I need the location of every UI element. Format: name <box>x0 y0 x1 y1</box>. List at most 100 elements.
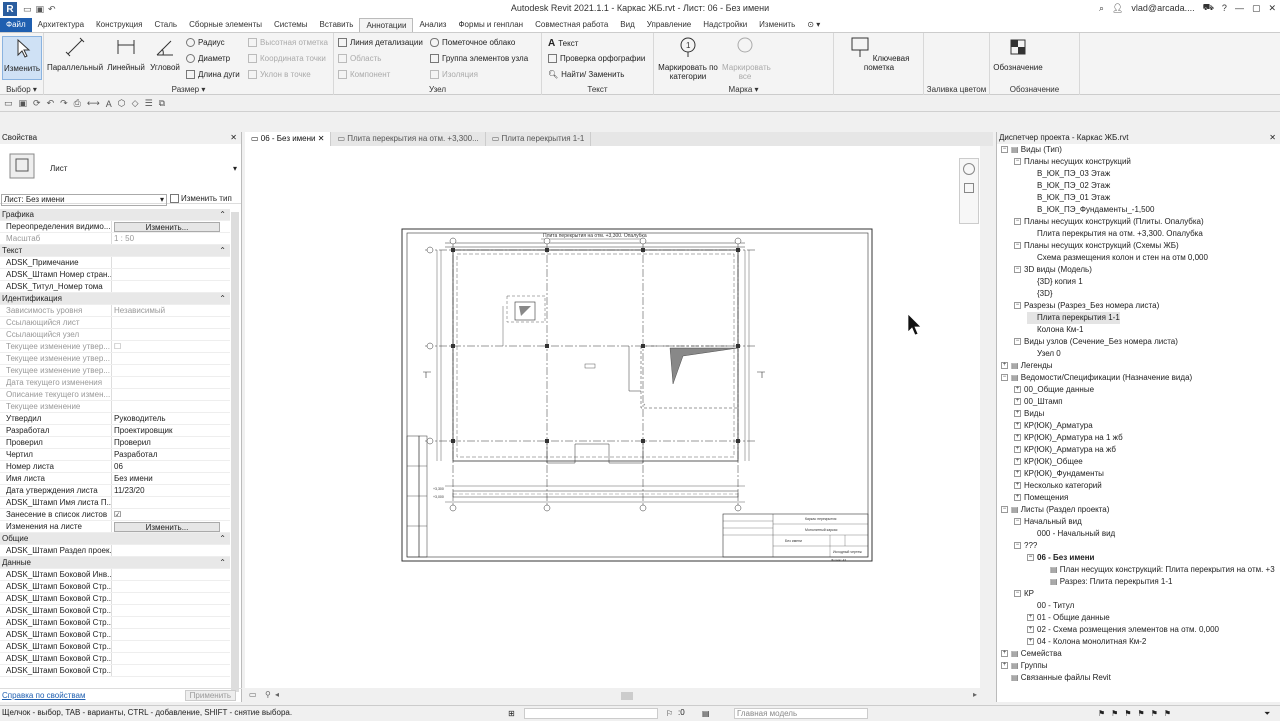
property-value[interactable] <box>112 593 230 604</box>
navigation-bar[interactable] <box>959 158 979 224</box>
browser-node[interactable]: − Планы несущих конструкций (Схемы ЖБ) <box>1014 240 1179 252</box>
collapse-icon[interactable]: − <box>1014 158 1021 166</box>
text-quick-icon[interactable]: A <box>106 99 112 109</box>
expand-icon[interactable]: + <box>1014 422 1021 430</box>
property-value[interactable]: Разработал <box>112 449 230 460</box>
ribbon-tab-3[interactable]: Сталь <box>148 18 183 32</box>
browser-node[interactable]: + КР(ЮК)_Арматура на 1 жб <box>1014 432 1123 444</box>
user-icon[interactable]: 👤︎ <box>1112 3 1123 14</box>
component-button[interactable]: Компонент <box>338 70 390 79</box>
minimize-button[interactable]: — <box>1235 3 1244 13</box>
ribbon-tab-1[interactable]: Архитектура <box>32 18 90 32</box>
expand-icon[interactable]: + <box>1027 626 1034 634</box>
ribbon-tab-7[interactable]: Аннотации <box>359 18 414 32</box>
binoculars-icon[interactable]: ⌕ <box>1099 3 1104 14</box>
ribbon-tab-11[interactable]: Вид <box>614 18 640 32</box>
collapse-icon[interactable]: − <box>1014 302 1021 310</box>
property-value[interactable]: Руководитель <box>112 413 230 424</box>
revision-cloud-button[interactable]: Пометочное облако <box>430 38 515 47</box>
open-icon[interactable]: ▭ <box>23 4 32 15</box>
close-properties-icon[interactable]: ✕ <box>230 132 237 144</box>
browser-node[interactable]: − Планы несущих конструкций <box>1014 156 1131 168</box>
browser-node[interactable]: + КР(ЮК)_Фундаменты <box>1014 468 1104 480</box>
edit-type-button[interactable]: Изменить тип <box>170 194 232 203</box>
collapse-icon[interactable]: − <box>1014 266 1021 274</box>
property-value[interactable] <box>112 365 230 376</box>
sync-icon[interactable]: ⟳ <box>33 98 41 109</box>
selection-filter-icons[interactable]: ⚑⚑⚑⚑⚑⚑ <box>1098 707 1177 721</box>
property-value[interactable] <box>112 665 230 676</box>
browser-node[interactable]: +02 - Схема розмещения элементов на отм.… <box>1027 624 1219 636</box>
ribbon-extra-dropdown-icon[interactable]: ⊙ ▾ <box>801 18 826 32</box>
property-value[interactable] <box>112 353 230 364</box>
spelling-button[interactable]: Проверка орфографии <box>548 54 645 63</box>
detail-group-button[interactable]: Группа элементов узла <box>430 54 528 63</box>
property-value[interactable] <box>112 377 230 388</box>
expand-icon[interactable]: + <box>1014 446 1021 454</box>
help-icon[interactable]: ? <box>1222 3 1227 13</box>
expand-icon[interactable]: + <box>1014 398 1021 406</box>
properties-scrollbar[interactable] <box>231 212 239 692</box>
property-value[interactable] <box>112 605 230 616</box>
property-value[interactable] <box>112 545 230 556</box>
property-value[interactable]: ☑ <box>112 509 230 520</box>
collapse-icon[interactable]: − <box>1014 242 1021 250</box>
ribbon-tab-9[interactable]: Формы и генплан <box>452 18 529 32</box>
close-browser-icon[interactable]: ✕ <box>1269 132 1276 144</box>
3d-view-icon[interactable]: ⬡ <box>118 98 126 109</box>
browser-node[interactable]: + КР(ЮК)_Общее <box>1014 456 1083 468</box>
scale-icon[interactable]: ▭ <box>249 690 257 699</box>
linear-dim-button[interactable]: Линейный <box>106 36 146 72</box>
browser-node[interactable]: + Виды <box>1014 408 1044 420</box>
property-value[interactable]: 1 : 50 <box>112 233 230 244</box>
region-button[interactable]: Область <box>338 54 381 63</box>
select-group-label[interactable]: Выбор ▾ <box>0 85 43 94</box>
collapse-icon[interactable]: ⌃ <box>219 293 230 304</box>
open-file-icon[interactable]: ▭ <box>4 98 13 109</box>
expand-icon[interactable]: + <box>1001 662 1008 670</box>
sync-filter-icon[interactable]: ⚐ <box>666 707 673 721</box>
collapse-icon[interactable]: ⌃ <box>219 557 230 568</box>
browser-node[interactable]: В_ЮК_ПЭ_03 Этаж <box>1027 168 1110 180</box>
revit-logo[interactable]: R <box>3 2 17 16</box>
view-tab-0[interactable]: ▭ 06 - Без имени ✕ <box>245 132 332 146</box>
modify-button[interactable]: Изменить <box>2 36 42 80</box>
save-icon[interactable]: ▣ <box>36 4 45 15</box>
canvas-vertical-scrollbar[interactable] <box>982 146 992 688</box>
ribbon-tab-4[interactable]: Сборные элементы <box>183 18 268 32</box>
collapse-icon[interactable]: − <box>1014 218 1021 226</box>
property-value[interactable]: 11/23/20 <box>112 485 230 496</box>
tag-all-button[interactable]: Маркировать все <box>722 36 771 81</box>
property-category[interactable]: Данные ⌃ <box>0 557 230 569</box>
property-category[interactable]: Общие ⌃ <box>0 533 230 545</box>
browser-node[interactable]: − Планы несущих конструкций (Плиты. Опалу… <box>1014 216 1204 228</box>
maximize-button[interactable]: ▢ <box>1252 3 1261 14</box>
browser-node[interactable]: − ▤ Виды (Тип) <box>1001 144 1062 156</box>
ribbon-tab-2[interactable]: Конструкция <box>90 18 148 32</box>
property-category[interactable]: Идентификация ⌃ <box>0 293 230 305</box>
ribbon-tab-12[interactable]: Управление <box>641 18 697 32</box>
expand-icon[interactable]: + <box>1014 458 1021 466</box>
type-dropdown-icon[interactable]: ▾ <box>233 164 237 173</box>
property-value[interactable]: Проектировщик <box>112 425 230 436</box>
browser-node[interactable]: + Помещения <box>1014 492 1068 504</box>
close-tab-icon[interactable]: ✕ <box>316 134 325 143</box>
browser-node[interactable]: −??? <box>1014 540 1037 552</box>
expand-icon[interactable]: + <box>1027 638 1034 646</box>
browser-node[interactable]: − ▤ Ведомости/Спецификации (Назначение ви… <box>1001 372 1192 384</box>
find-replace-button[interactable]: 🔍︎ Найти/ Заменить <box>548 70 624 79</box>
browser-node[interactable]: ▤ Разрез: Плита перекрытия 1-1 <box>1040 576 1172 588</box>
apply-button[interactable]: Применить <box>184 690 236 701</box>
browser-node[interactable]: 00 - Титул <box>1027 600 1074 612</box>
property-edit-button[interactable]: Изменить... <box>114 522 220 532</box>
property-value[interactable]: 06 <box>112 461 230 472</box>
section-icon[interactable]: ◇ <box>132 98 139 109</box>
collapse-icon[interactable]: − <box>1014 338 1021 346</box>
horizontal-scroll-thumb[interactable] <box>621 692 633 700</box>
radius-button[interactable]: Радиус <box>186 38 225 47</box>
browser-node[interactable]: + Несколько категорий <box>1014 480 1102 492</box>
thin-lines-icon[interactable]: ☰ <box>145 98 153 109</box>
keynote-button[interactable]: Ключевая пометка <box>838 36 920 72</box>
undo-icon[interactable]: ↶ <box>48 4 56 15</box>
detail-line-button[interactable]: Линия детализации <box>338 38 423 47</box>
